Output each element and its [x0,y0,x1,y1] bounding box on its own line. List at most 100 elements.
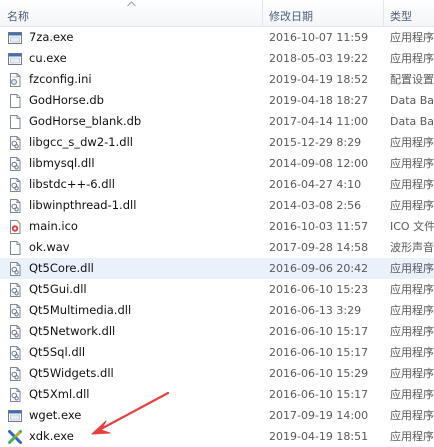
file-row[interactable]: libwinpthread-1.dll 2014-03-08 2:56 应用程序扩展 [0,195,434,216]
file-row[interactable]: Qt5Xml.dll 2016-06-10 15:17 应用程序扩展 [0,384,434,405]
file-row[interactable]: fzconfig.ini 2019-04-19 18:52 配置设置 [0,69,434,90]
file-row[interactable]: Qt5Core.dll 2016-09-06 20:42 应用程序扩展 [0,258,434,279]
file-name[interactable]: Qt5Multimedia.dll [29,300,131,321]
file-name[interactable]: Qt5Widgets.dll [29,363,114,384]
file-date: 2016-06-10 15:17 [269,325,369,338]
file-date: 2016-06-10 15:17 [269,388,369,401]
dll-icon [10,304,21,318]
exe-window-icon [8,53,22,65]
file-name[interactable]: Qt5Network.dll [29,321,115,342]
file-type: 应用程序扩展 [390,283,434,296]
file-type: 应用程序 [390,52,434,65]
dll-icon [10,178,21,192]
file-row[interactable]: main.ico 2016-10-03 11:57 ICO 文件 [0,216,434,237]
file-date: 2017-04-14 11:00 [269,115,369,128]
file-name[interactable]: libgcc_s_dw2-1.dll [29,132,133,153]
exe-window-icon [8,32,22,44]
dll-icon [10,157,21,171]
column-header-type[interactable]: 类型 [390,0,412,26]
file-name[interactable]: GodHorse_blank.db [29,111,141,132]
file-date: 2016-04-27 4:10 [269,178,362,191]
column-divider[interactable] [262,0,263,26]
file-type: 应用程序 [390,430,434,443]
ico-image-icon [10,220,21,234]
file-row[interactable]: libstdc++-6.dll 2016-04-27 4:10 应用程序扩展 [0,174,434,195]
file-row[interactable]: 7za.exe 2016-10-07 11:59 应用程序 [0,27,434,48]
file-date: 2014-03-08 2:56 [269,199,362,212]
file-row[interactable]: xdk.exe 2019-04-19 18:51 应用程序 [0,426,434,447]
file-type: 应用程序扩展 [390,325,434,338]
file-date: 2016-10-03 11:57 [269,220,369,233]
file-row[interactable]: cu.exe 2018-05-03 19:22 应用程序 [0,48,434,69]
file-date: 2017-09-19 14:00 [269,409,369,422]
file-name[interactable]: 7za.exe [29,27,73,48]
exe-window-icon [8,410,22,422]
file-type: 应用程序扩展 [390,178,434,191]
file-name[interactable]: main.ico [29,216,78,237]
file-icon [10,241,21,255]
file-type: 应用程序 [390,31,434,44]
file-type: 应用程序扩展 [390,157,434,170]
file-row[interactable]: Qt5Multimedia.dll 2016-06-13 3:29 应用程序扩展 [0,300,434,321]
file-name[interactable]: Qt5Sql.dll [29,342,85,363]
file-row[interactable]: GodHorse.db 2019-04-18 18:27 Data Base [0,90,434,111]
file-date: 2017-09-28 14:58 [269,241,369,254]
file-type: ICO 文件 [390,220,434,233]
file-row[interactable]: Qt5Widgets.dll 2016-06-10 15:29 应用程序扩展 [0,363,434,384]
file-type: 应用程序扩展 [390,262,434,275]
file-row[interactable]: Qt5Network.dll 2016-06-10 15:17 应用程序扩展 [0,321,434,342]
file-type: 应用程序扩展 [390,367,434,380]
file-type: Data Base [390,94,434,107]
file-row[interactable]: Qt5Gui.dll 2016-06-10 15:23 应用程序扩展 [0,279,434,300]
dll-icon [10,346,21,360]
file-row[interactable]: libgcc_s_dw2-1.dll 2015-12-29 8:29 应用程序扩展 [0,132,434,153]
file-type: 应用程序扩展 [390,388,434,401]
file-row[interactable]: Qt5Sql.dll 2016-06-10 15:17 应用程序扩展 [0,342,434,363]
sort-arrow-icon[interactable] [127,1,136,7]
file-date: 2016-06-10 15:29 [269,367,369,380]
file-date: 2016-06-13 3:29 [269,304,362,317]
column-header-name[interactable]: 名称 [7,0,29,26]
file-name[interactable]: libwinpthread-1.dll [29,195,136,216]
dll-icon [10,367,21,381]
file-name[interactable]: xdk.exe [29,426,74,447]
dll-icon [10,199,21,213]
file-name[interactable]: Qt5Xml.dll [29,384,90,405]
file-type: 应用程序扩展 [390,304,434,317]
file-name[interactable]: Qt5Gui.dll [29,279,87,300]
file-name[interactable]: fzconfig.ini [29,69,92,90]
file-date: 2019-04-19 18:52 [269,73,369,86]
file-name[interactable]: GodHorse.db [29,90,104,111]
file-icon [10,115,21,129]
column-divider[interactable] [383,0,384,26]
file-name[interactable]: cu.exe [29,48,67,69]
file-name[interactable]: wget.exe [29,405,81,426]
file-row[interactable]: GodHorse_blank.db 2017-04-14 11:00 Data Ba… [0,111,434,132]
file-date: 2016-06-10 15:17 [269,346,369,359]
dll-icon [10,325,21,339]
ini-config-icon [10,73,21,87]
file-type: 配置设置 [390,73,434,86]
file-date: 2018-05-03 19:22 [269,52,369,65]
file-name[interactable]: Qt5Core.dll [29,258,94,279]
file-name[interactable]: libstdc++-6.dll [29,174,115,195]
file-row[interactable]: ok.wav 2017-09-28 14:58 波形声音 [0,237,434,258]
file-name[interactable]: libmysql.dll [29,153,95,174]
xdk-app-icon [8,430,22,444]
file-type: 应用程序扩展 [390,199,434,212]
file-type: 应用程序 [390,409,434,422]
file-type: 波形声音 [390,241,434,254]
file-type: Data Base [390,115,434,128]
file-row[interactable]: wget.exe 2017-09-19 14:00 应用程序 [0,405,434,426]
file-row[interactable]: libmysql.dll 2014-09-08 12:00 应用程序扩展 [0,153,434,174]
column-header-date[interactable]: 修改日期 [269,0,313,26]
file-date: 2014-09-08 12:00 [269,157,369,170]
file-date: 2015-12-29 8:29 [269,136,362,149]
file-type: 应用程序扩展 [390,346,434,359]
dll-icon [10,262,21,276]
file-date: 2016-09-06 20:42 [269,262,369,275]
column-header: 名称 修改日期 类型 [0,0,434,27]
file-icon [10,94,21,108]
file-list: 7za.exe 2016-10-07 11:59 应用程序 cu.exe 2018-05… [0,27,434,447]
file-name[interactable]: ok.wav [29,237,70,258]
